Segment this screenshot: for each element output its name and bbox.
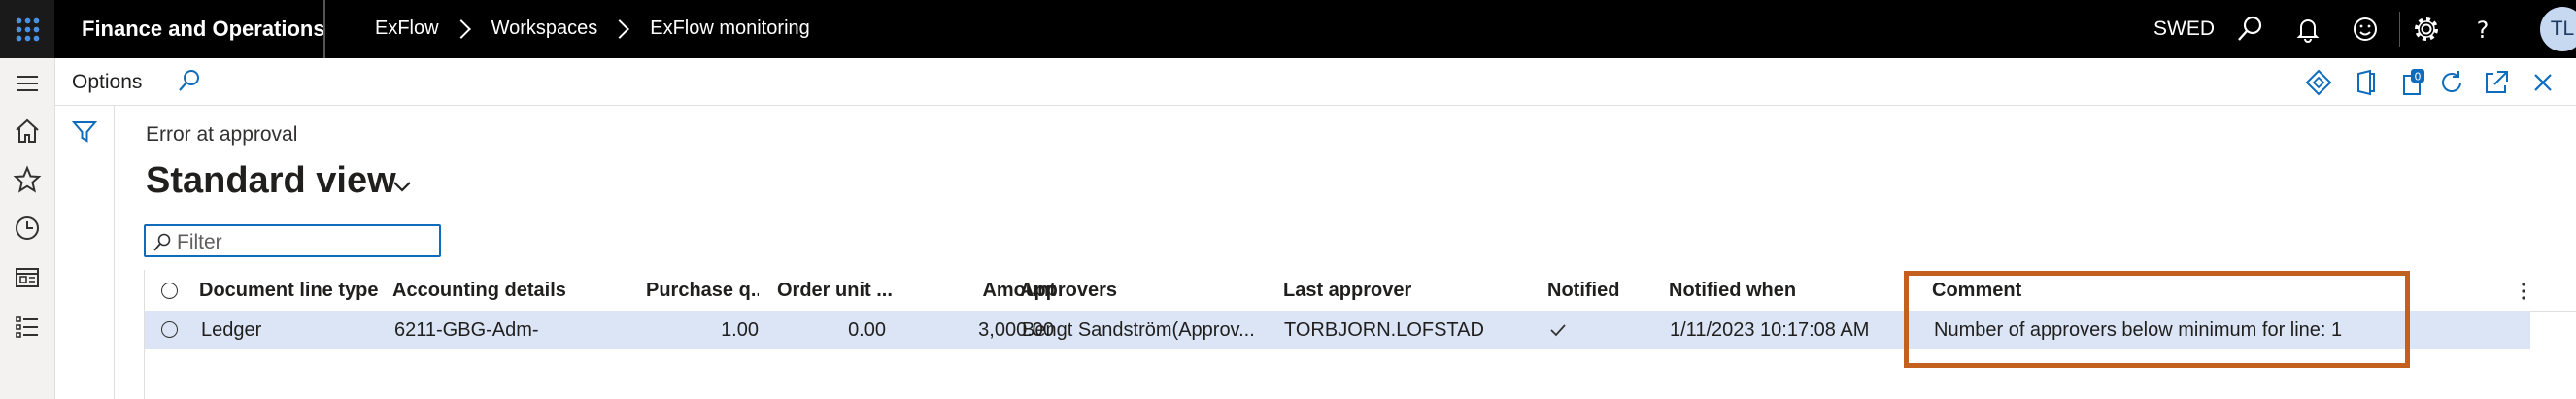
attachments-count: 0 [2415, 71, 2422, 83]
office-icon[interactable] [2351, 68, 2380, 97]
cell-accounting-details[interactable]: 6211-GBG-Adm- [394, 319, 539, 342]
cell-purchase-qty[interactable]: 1.00 [646, 319, 759, 342]
cell-document-line-type[interactable]: Ledger [201, 319, 261, 342]
chevron-right-icon [610, 18, 630, 39]
cell-approvers[interactable]: Bengt Sandström(Approv... [1022, 319, 1274, 342]
checkmark-icon [1550, 324, 1566, 337]
column-header-accounting-details[interactable]: Accounting details [392, 280, 566, 302]
hamburger-icon[interactable] [12, 68, 43, 99]
breadcrumb-exflow-monitoring[interactable]: ExFlow monitoring [650, 17, 810, 40]
action-pane: Options 0 [55, 58, 2576, 106]
chevron-right-icon [451, 18, 471, 39]
company-picker[interactable]: SWED [2153, 17, 2215, 41]
app-launcher-button[interactable] [0, 0, 54, 58]
column-header-approvers[interactable]: Approvers [1020, 280, 1117, 302]
app-name[interactable]: Finance and Operations [82, 17, 325, 42]
help-icon[interactable]: ? [2467, 14, 2498, 45]
avatar[interactable]: TL [2540, 7, 2576, 51]
column-header-order-unit[interactable]: Order unit ... [777, 280, 893, 302]
breadcrumb-exflow[interactable]: ExFlow [375, 17, 439, 40]
list-icon[interactable] [12, 312, 43, 343]
clock-icon[interactable] [12, 213, 43, 244]
attachments-icon[interactable]: 0 [2398, 68, 2427, 97]
top-bar-divider [323, 0, 325, 58]
close-icon[interactable] [2528, 68, 2558, 97]
cell-comment[interactable]: Number of approvers below minimum for li… [1934, 319, 2342, 342]
filter-field[interactable] [144, 224, 441, 257]
page-caption: Error at approval [146, 123, 298, 146]
filter-pane [55, 106, 115, 399]
filter-input[interactable] [175, 229, 431, 256]
grid-header: Document line type Accounting details Pu… [145, 270, 2576, 312]
diamond-icon[interactable] [2304, 68, 2333, 97]
cell-notified-when[interactable]: 1/11/2023 10:17:08 AM [1670, 319, 1869, 342]
popout-icon[interactable] [2482, 68, 2511, 97]
filter-icon[interactable] [71, 117, 98, 145]
column-header-notified-when[interactable]: Notified when [1669, 280, 1796, 302]
column-header-notified[interactable]: Notified [1547, 280, 1619, 302]
column-header-purchase-qty[interactable]: Purchase q... [646, 280, 759, 302]
home-icon[interactable] [12, 116, 43, 147]
cell-last-approver[interactable]: TORBJORN.LOFSTAD [1284, 319, 1484, 342]
column-header-document-line-type[interactable]: Document line type [199, 280, 378, 302]
svg-text:?: ? [2477, 17, 2490, 44]
select-all-radio[interactable] [161, 283, 178, 299]
table-row[interactable]: Ledger 6211-GBG-Adm- 1.00 0.00 3,000.00 … [145, 311, 2530, 349]
left-navigation [0, 58, 55, 399]
bell-icon[interactable] [2292, 14, 2323, 45]
refresh-icon[interactable] [2437, 68, 2466, 97]
chevron-down-icon[interactable] [390, 178, 414, 195]
column-header-comment[interactable]: Comment [1932, 280, 2021, 302]
star-icon[interactable] [12, 164, 43, 195]
view-selector[interactable]: Standard view [146, 160, 396, 202]
top-bar: Finance and Operations ExFlow Workspaces… [0, 0, 2576, 58]
options-tab[interactable]: Options [72, 71, 142, 94]
search-icon[interactable] [174, 67, 203, 96]
smiley-icon[interactable] [2350, 14, 2381, 45]
more-options-icon[interactable] [2519, 280, 2528, 303]
workspace-icon[interactable] [12, 262, 43, 293]
waffle-icon [15, 17, 40, 42]
search-icon [153, 233, 171, 251]
search-icon[interactable] [2234, 14, 2265, 45]
column-header-last-approver[interactable]: Last approver [1283, 280, 1411, 302]
gear-icon[interactable] [2411, 14, 2442, 45]
breadcrumb: ExFlow Workspaces ExFlow monitoring [375, 17, 810, 40]
cell-order-unit[interactable]: 0.00 [786, 319, 886, 342]
grid: Document line type Accounting details Pu… [144, 270, 2576, 399]
row-select-radio[interactable] [161, 321, 178, 338]
breadcrumb-workspaces[interactable]: Workspaces [491, 17, 598, 40]
